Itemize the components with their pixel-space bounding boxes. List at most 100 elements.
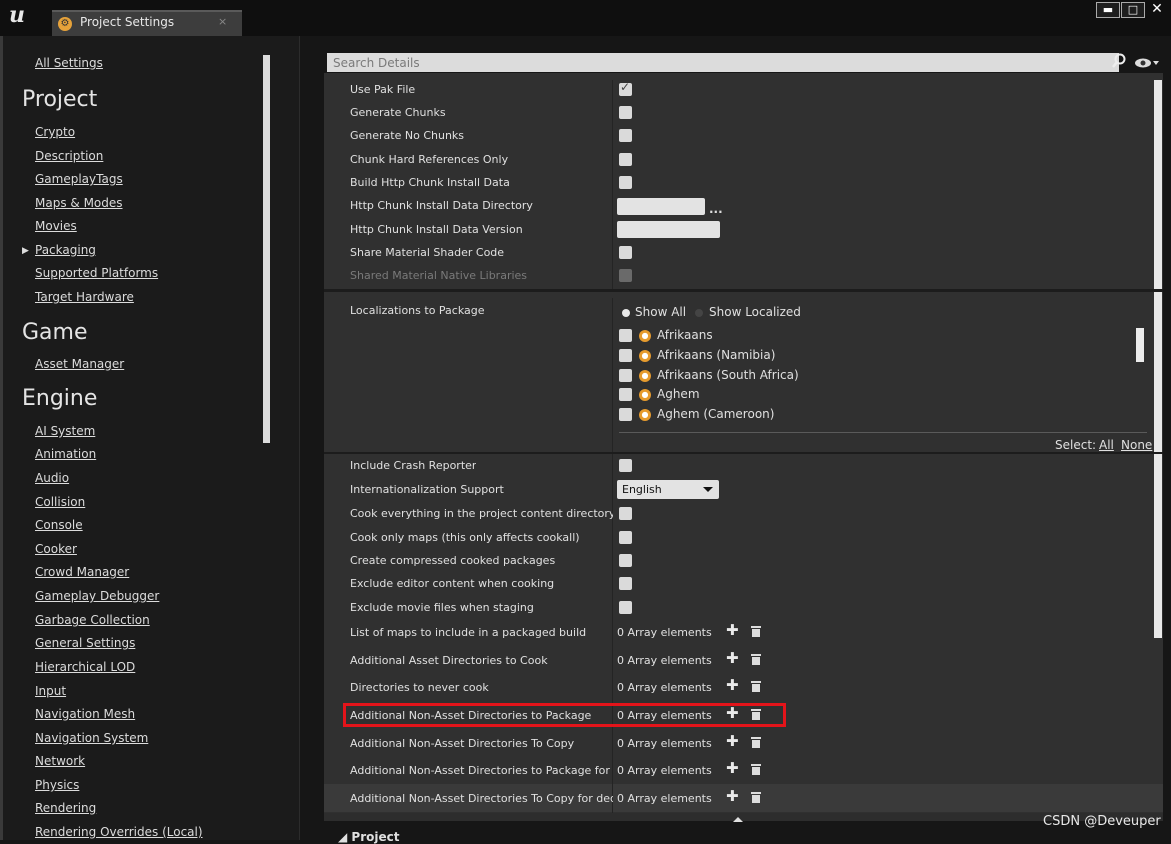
minimize-button[interactable]: ▬ [1096, 2, 1120, 18]
select-label: Select: [1055, 438, 1097, 452]
browse-button[interactable]: ... [709, 202, 723, 216]
nav-animation[interactable]: Animation [35, 447, 96, 461]
array-count: 0 Array elements [617, 654, 712, 667]
culture-label: Aghem [657, 387, 700, 401]
checkbox-cook-everything[interactable] [619, 507, 632, 520]
search-icon[interactable] [1112, 53, 1126, 69]
nav-audio[interactable]: Audio [35, 471, 69, 485]
checkbox-cook-only-maps[interactable] [619, 531, 632, 544]
culture-checkbox[interactable] [619, 329, 632, 342]
nav-packaging[interactable]: Packaging [35, 243, 96, 257]
nav-cooker[interactable]: Cooker [35, 542, 77, 556]
checkbox-generate-no-chunks[interactable] [619, 129, 632, 142]
details-scrollbar[interactable] [1154, 80, 1162, 638]
project-category-header[interactable]: ◢ Project [338, 830, 399, 844]
nav-collision[interactable]: Collision [35, 495, 85, 509]
tab-project-settings[interactable]: ⚙ Project Settings × [52, 10, 242, 36]
select-all-link[interactable]: All [1099, 438, 1114, 452]
checkbox-compressed-packages[interactable] [619, 554, 632, 567]
trash-icon[interactable] [751, 626, 761, 637]
culture-checkbox[interactable] [619, 408, 632, 421]
close-button[interactable]: ✕ [1146, 2, 1168, 16]
add-element-icon[interactable]: ✚ [726, 759, 739, 777]
heading-game: Game [22, 320, 88, 345]
prop-use-pak-file: Use Pak File [350, 83, 416, 96]
view-options-eye-icon[interactable] [1134, 57, 1160, 69]
checkbox-exclude-movies[interactable] [619, 601, 632, 614]
trash-icon[interactable] [751, 737, 761, 748]
radio-show-all[interactable] [622, 309, 630, 317]
radio-show-localized[interactable] [695, 309, 703, 317]
nav-general-settings[interactable]: General Settings [35, 636, 135, 650]
prop-http-chunk-version: Http Chunk Install Data Version [350, 223, 523, 236]
current-item-arrow-icon: ▶ [22, 246, 29, 256]
nav-crypto[interactable]: Crypto [35, 125, 75, 139]
nav-garbage-collection[interactable]: Garbage Collection [35, 613, 150, 627]
nav-maps-modes[interactable]: Maps & Modes [35, 196, 123, 210]
maximize-button[interactable]: □ [1121, 2, 1145, 18]
show-localized-label: Show Localized [709, 305, 801, 319]
checkbox-exclude-editor-content[interactable] [619, 577, 632, 590]
nav-network[interactable]: Network [35, 754, 85, 768]
add-element-icon[interactable]: ✚ [726, 787, 739, 805]
nav-ai-system[interactable]: AI System [35, 424, 95, 438]
splitter[interactable] [299, 36, 300, 840]
section-divider [324, 452, 1163, 454]
unreal-logo-icon[interactable]: u [9, 2, 25, 28]
add-element-icon[interactable]: ✚ [726, 621, 739, 639]
collapse-up-icon[interactable] [733, 817, 743, 822]
red-highlight-box [343, 703, 786, 727]
nav-all-settings[interactable]: All Settings [35, 56, 103, 70]
nav-hierarchical-lod[interactable]: Hierarchical LOD [35, 660, 135, 674]
checkbox-build-http-chunk[interactable] [619, 176, 632, 189]
checkbox-share-shader-code[interactable] [619, 246, 632, 259]
culture-checkbox[interactable] [619, 349, 632, 362]
nav-console[interactable]: Console [35, 518, 83, 532]
nav-navigation-system[interactable]: Navigation System [35, 731, 148, 745]
nav-input[interactable]: Input [35, 684, 66, 698]
checkbox-chunk-hard-refs[interactable] [619, 153, 632, 166]
http-chunk-dir-field[interactable] [617, 198, 705, 215]
select-none-link[interactable]: None [1121, 438, 1152, 452]
nav-supported-platforms[interactable]: Supported Platforms [35, 266, 158, 280]
nav-rendering-overrides[interactable]: Rendering Overrides (Local) [35, 825, 203, 839]
add-element-icon[interactable]: ✚ [726, 649, 739, 667]
advanced-expander[interactable] [324, 813, 1163, 821]
nav-physics[interactable]: Physics [35, 778, 79, 792]
i18n-dropdown[interactable]: English [617, 480, 719, 499]
nav-rendering[interactable]: Rendering [35, 801, 96, 815]
search-input[interactable] [327, 53, 1119, 72]
prop-non-asset-dirs-package-dedicated: Additional Non-Asset Directories to Pack… [350, 764, 613, 777]
tab-close-icon[interactable]: × [218, 15, 227, 28]
culture-checkbox[interactable] [619, 369, 632, 382]
culture-checkbox[interactable] [619, 388, 632, 401]
http-chunk-version-field[interactable] [617, 221, 720, 238]
nav-target-hardware[interactable]: Target Hardware [35, 290, 134, 304]
add-element-icon[interactable]: ✚ [726, 732, 739, 750]
nav-navigation-mesh[interactable]: Navigation Mesh [35, 707, 135, 721]
column-splitter[interactable] [612, 80, 613, 290]
nav-description[interactable]: Description [35, 149, 103, 163]
trash-icon[interactable] [751, 681, 761, 692]
checkbox-include-crash-reporter[interactable] [619, 459, 632, 472]
checkbox-use-pak-file[interactable] [619, 80, 632, 96]
prop-compressed-packages: Create compressed cooked packages [350, 554, 556, 567]
heading-engine: Engine [22, 386, 98, 411]
nav-asset-manager[interactable]: Asset Manager [35, 357, 124, 371]
sidebar-scrollbar[interactable] [263, 55, 270, 443]
nav-crowd-manager[interactable]: Crowd Manager [35, 565, 129, 579]
trash-icon[interactable] [751, 792, 761, 803]
nav-gameplaytags[interactable]: GameplayTags [35, 172, 123, 186]
trash-icon[interactable] [751, 654, 761, 665]
column-splitter-2[interactable] [612, 298, 613, 813]
nav-gameplay-debugger[interactable]: Gameplay Debugger [35, 589, 159, 603]
prop-maps-to-include: List of maps to include in a packaged bu… [350, 626, 587, 639]
add-element-icon[interactable]: ✚ [726, 676, 739, 694]
globe-icon: ● [639, 389, 651, 401]
checkbox-generate-chunks[interactable] [619, 106, 632, 119]
nav-movies[interactable]: Movies [35, 219, 77, 233]
trash-icon[interactable] [751, 764, 761, 775]
prop-cook-only-maps: Cook only maps (this only affects cookal… [350, 531, 580, 544]
culture-list-scrollbar[interactable] [1136, 328, 1144, 362]
prop-non-asset-dirs-copy-dedicated: Additional Non-Asset Directories To Copy… [350, 792, 613, 805]
